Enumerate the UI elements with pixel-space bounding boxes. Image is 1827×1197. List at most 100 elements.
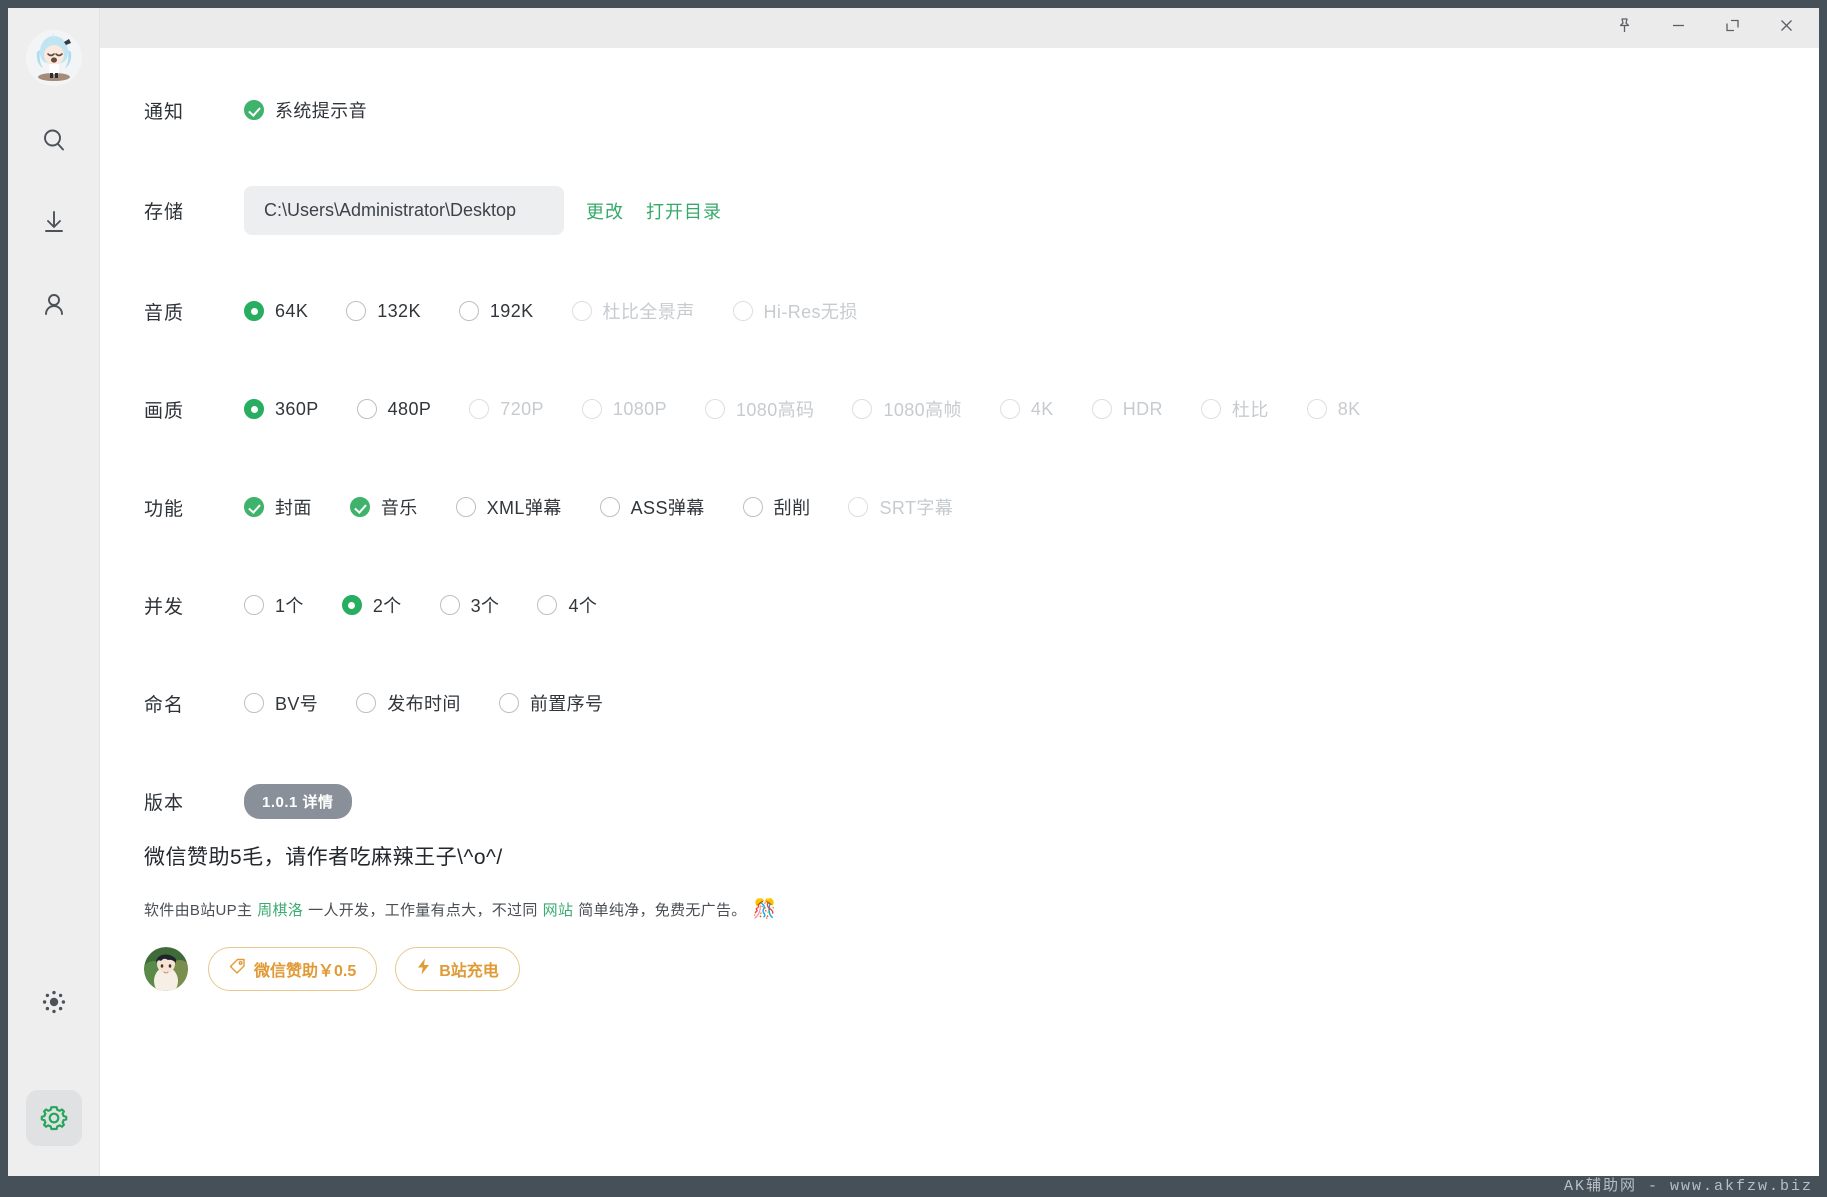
pin-button[interactable] — [1597, 8, 1651, 48]
option-system-sound[interactable]: 系统提示音 — [244, 97, 367, 123]
radio-video-quality-7 — [1091, 399, 1112, 419]
change-path-link[interactable]: 更改 — [586, 198, 624, 224]
close-button[interactable] — [1759, 8, 1813, 48]
radio-audio-quality-2[interactable] — [458, 301, 479, 321]
option-audio-quality-2[interactable]: 192K — [458, 301, 534, 322]
option-feature-4[interactable]: 刮削 — [742, 494, 811, 520]
checkbox-feature-3[interactable] — [599, 497, 620, 517]
option-label: 132K — [377, 300, 421, 321]
option-feature-0[interactable]: 封面 — [244, 494, 312, 520]
gear-icon — [39, 1103, 69, 1133]
option-label: 杜比 — [1231, 400, 1269, 420]
radio-video-quality-0[interactable] — [244, 399, 264, 419]
storage-path-field[interactable]: C:\Users\Administrator\Desktop — [244, 186, 564, 235]
confetti-icon: 🎊 — [752, 899, 777, 920]
titlebar — [100, 8, 1819, 48]
radio-concurrency-3[interactable] — [537, 595, 558, 615]
lightning-icon — [416, 958, 439, 980]
option-label: 4K — [1030, 398, 1054, 419]
option-feature-2[interactable]: XML弹幕 — [455, 494, 562, 520]
label-concurrency: 并发 — [144, 596, 185, 618]
option-label: 发布时间 — [387, 694, 461, 714]
option-concurrency-2[interactable]: 3个 — [439, 592, 500, 618]
option-video-quality-5: 1080高帧 — [852, 396, 961, 422]
option-feature-3[interactable]: ASS弹幕 — [599, 494, 705, 520]
option-naming-2[interactable]: 前置序号 — [498, 690, 604, 716]
option-concurrency-0[interactable]: 1个 — [244, 592, 304, 618]
option-video-quality-1[interactable]: 480P — [356, 399, 432, 420]
download-icon — [40, 208, 68, 236]
option-audio-quality-0[interactable]: 64K — [244, 301, 308, 322]
radio-concurrency-1[interactable] — [341, 595, 362, 615]
checkbox-feature-5 — [848, 497, 869, 517]
wechat-donate-button[interactable]: 微信赞助￥0.5 — [208, 947, 378, 991]
radio-concurrency-0[interactable] — [244, 595, 264, 615]
options-version: 1.0.1 详情 — [244, 783, 352, 819]
option-video-quality-8: 杜比 — [1200, 396, 1269, 422]
option-video-quality-0[interactable]: 360P — [244, 399, 319, 420]
checkbox-feature-0[interactable] — [244, 497, 264, 517]
option-label: SRT字幕 — [879, 498, 954, 518]
option-concurrency-3[interactable]: 4个 — [537, 592, 597, 618]
minimize-button[interactable] — [1651, 8, 1705, 48]
sidebar-item-search[interactable] — [26, 112, 82, 168]
option-label: BV号 — [275, 694, 319, 714]
maximize-button[interactable] — [1705, 8, 1759, 48]
sponsor-description: 软件由B站UP主 周棋洛 一人开发，工作量有点大，不过同 网站 简单纯净，免费无… — [144, 897, 1819, 921]
options-video-quality: 360P 480P 720P 1080P 1080高码 1080高帧 4K HDR 杜比 8K — [244, 396, 1361, 422]
main-column: 通知 系统提示音 存储 C:\Users\Administrator\Deskt… — [100, 8, 1819, 1176]
radio-audio-quality-0[interactable] — [244, 301, 264, 321]
sidebar-item-user[interactable] — [26, 276, 82, 332]
checkbox-feature-4[interactable] — [742, 497, 763, 517]
option-naming-1[interactable]: 发布时间 — [356, 690, 461, 716]
option-audio-quality-3: 杜比全景声 — [571, 298, 695, 324]
option-feature-1[interactable]: 音乐 — [349, 494, 418, 520]
option-audio-quality-1[interactable]: 132K — [346, 301, 421, 322]
option-label: Hi-Res无损 — [763, 302, 858, 322]
radio-video-quality-4 — [704, 399, 725, 419]
row-features: 功能 封面 音乐 XML弹幕 ASS弹幕 刮削 SRT字幕 — [100, 485, 1819, 529]
checkbox-system-sound[interactable] — [244, 100, 264, 120]
radio-naming-2[interactable] — [498, 693, 519, 713]
app-window: 通知 系统提示音 存储 C:\Users\Administrator\Deskt… — [0, 0, 1827, 1197]
checkbox-feature-2[interactable] — [455, 497, 476, 517]
option-video-quality-3: 1080P — [581, 399, 667, 420]
maximize-icon — [1724, 17, 1741, 39]
label-storage: 存储 — [144, 202, 185, 223]
options-features: 封面 音乐 XML弹幕 ASS弹幕 刮削 SRT字幕 — [244, 494, 953, 520]
sidebar-item-theme[interactable] — [26, 974, 82, 1030]
author-avatar[interactable] — [144, 947, 188, 991]
option-concurrency-1[interactable]: 2个 — [341, 592, 402, 618]
app-avatar[interactable] — [25, 30, 82, 86]
website-link[interactable]: 网站 — [543, 899, 574, 920]
tag-icon — [229, 958, 254, 980]
user-icon — [40, 290, 68, 318]
label-video-quality: 画质 — [144, 400, 185, 422]
sidebar-item-download[interactable] — [26, 194, 82, 250]
radio-concurrency-2[interactable] — [439, 595, 460, 615]
option-naming-0[interactable]: BV号 — [244, 690, 318, 716]
author-link[interactable]: 周棋洛 — [257, 899, 303, 920]
sidebar-item-settings[interactable] — [25, 1090, 82, 1146]
radio-video-quality-8 — [1200, 399, 1221, 419]
option-label: 360P — [275, 398, 319, 419]
version-badge[interactable]: 1.0.1 详情 — [244, 783, 352, 819]
option-label: 系统提示音 — [275, 101, 367, 121]
option-audio-quality-4: Hi-Res无损 — [732, 298, 858, 324]
bilibili-charge-button[interactable]: B站充电 — [395, 947, 520, 991]
radio-naming-1[interactable] — [356, 693, 377, 713]
brightness-icon — [41, 989, 67, 1015]
label-features: 功能 — [144, 498, 185, 520]
radio-video-quality-1[interactable] — [356, 399, 377, 419]
checkbox-feature-1[interactable] — [349, 497, 370, 517]
label-naming: 命名 — [144, 694, 185, 716]
row-version: 版本 1.0.1 详情 — [100, 779, 1819, 823]
row-naming: 命名 BV号 发布时间 前置序号 — [100, 681, 1819, 725]
radio-audio-quality-1[interactable] — [346, 301, 367, 321]
label-audio-quality: 音质 — [144, 302, 185, 324]
option-label: 杜比全景声 — [602, 302, 695, 322]
open-directory-link[interactable]: 打开目录 — [646, 198, 722, 224]
radio-naming-0[interactable] — [244, 693, 264, 713]
watermark: AK辅助网 - www.akfzw.biz — [1563, 1178, 1813, 1195]
option-label: 64K — [275, 300, 309, 321]
